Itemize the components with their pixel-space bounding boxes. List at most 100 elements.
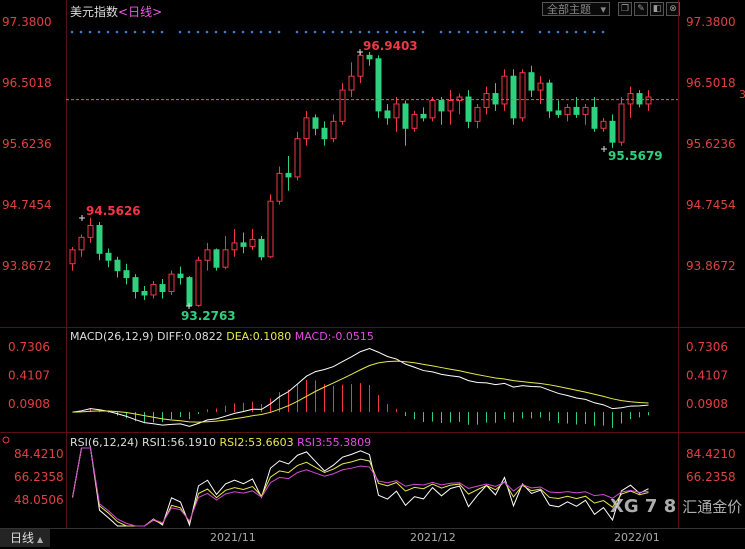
candle-body xyxy=(537,82,544,91)
rsi1-value: RSI1:56.1910 xyxy=(141,436,217,449)
candle-body xyxy=(168,273,175,293)
rsi-name: RSI(6,12,24) xyxy=(70,436,139,449)
price-tick-label: 94.7454 xyxy=(2,198,52,212)
month-label: 2022/01 xyxy=(614,531,660,544)
rsi3-line xyxy=(72,447,649,527)
signal-dot xyxy=(376,30,380,34)
macd-tick-label: 0.7306 xyxy=(686,340,728,354)
signal-dot xyxy=(547,30,551,34)
candle-body xyxy=(132,277,139,293)
candle-body xyxy=(348,75,355,91)
candle-body xyxy=(555,110,562,115)
rsi-tick-label: 84.4210 xyxy=(686,447,736,461)
signal-dot xyxy=(349,30,353,34)
macd-tick-label: 0.0908 xyxy=(8,397,50,411)
candle-body xyxy=(204,249,211,261)
candle-body xyxy=(339,89,346,122)
signal-dot xyxy=(403,30,407,34)
candle-body xyxy=(600,120,607,129)
price-edge-marker: 3 xyxy=(739,88,745,101)
signal-dot xyxy=(70,30,74,34)
signal-dot xyxy=(295,30,299,34)
high-annotation: 96.9403 xyxy=(363,39,418,53)
rsi-tick-label: 66.2358 xyxy=(14,470,64,484)
signal-dot xyxy=(304,30,308,34)
signal-dot xyxy=(565,30,569,34)
rsi1-line xyxy=(72,447,649,527)
signal-dot xyxy=(313,30,317,34)
panel-marker-icon xyxy=(2,436,10,444)
signal-dot xyxy=(340,30,344,34)
candle-body xyxy=(573,106,580,115)
signal-dot xyxy=(475,30,479,34)
candle-body xyxy=(429,99,436,119)
rsi-title: RSI(6,12,24) RSI1:56.1910 RSI2:53.6603 R… xyxy=(70,436,371,449)
candle-body xyxy=(195,259,202,306)
watermark-overlay: XG 7 8 xyxy=(610,496,677,517)
signal-dot xyxy=(97,30,101,34)
signal-dot xyxy=(556,30,560,34)
candle-body xyxy=(258,238,265,258)
candle-body xyxy=(114,259,121,272)
macd-axis-left: 0.7306 0.4107 0.0908 xyxy=(8,340,50,411)
signal-dot xyxy=(214,30,218,34)
signal-dot xyxy=(484,30,488,34)
candle-body xyxy=(105,252,112,261)
month-label: 2021/12 xyxy=(410,531,456,544)
rsi-tick-label: 66.2358 xyxy=(686,470,736,484)
local-high-annotation: 94.5626 xyxy=(86,204,141,218)
price-tick-label: 94.7454 xyxy=(686,198,736,212)
rsi-tick-label: 84.4210 xyxy=(14,447,64,461)
price-tick-label: 93.8672 xyxy=(2,259,52,273)
signal-dot xyxy=(592,30,596,34)
candle-body xyxy=(510,75,517,119)
candle-body xyxy=(384,110,391,119)
candle-body xyxy=(465,96,472,122)
candle-body xyxy=(618,103,625,143)
signal-dot xyxy=(151,30,155,34)
candle-body xyxy=(78,236,85,251)
signal-dot xyxy=(133,30,137,34)
candles xyxy=(69,51,652,308)
macd-diff-value: DIFF:0.0822 xyxy=(157,330,223,343)
signal-dot xyxy=(412,30,416,34)
signal-dot xyxy=(124,30,128,34)
candle-body xyxy=(627,93,634,105)
period-tab[interactable]: 日线 ▲ xyxy=(0,529,50,547)
candle-body xyxy=(213,249,220,268)
price-tick-label: 95.6236 xyxy=(2,137,52,151)
candle-body xyxy=(636,93,643,105)
candle-body xyxy=(447,99,454,112)
signal-dot xyxy=(520,30,524,34)
rsi2-line xyxy=(72,447,649,527)
candle-body xyxy=(366,54,373,60)
price-axis-right: 97.3800 96.5018 95.6236 94.7454 93.8672 xyxy=(686,15,736,273)
signal-dot xyxy=(574,30,578,34)
macd-macd-value: MACD:-0.0515 xyxy=(294,330,374,343)
candle-body xyxy=(240,242,247,247)
candle-body xyxy=(375,58,382,112)
signal-dot xyxy=(466,30,470,34)
price-tick-label: 95.6236 xyxy=(686,137,736,151)
period-tab-label: 日线 xyxy=(10,531,35,545)
macd-title: MACD(26,12,9) DIFF:0.0822 DEA:0.1080 MAC… xyxy=(70,330,374,343)
candle-body xyxy=(609,120,616,143)
candle-body xyxy=(411,113,418,129)
candle-body xyxy=(231,242,238,251)
signal-dot xyxy=(223,30,227,34)
macd-tick-label: 0.4107 xyxy=(686,369,728,383)
signal-dot xyxy=(538,30,542,34)
rsi2-value: RSI2:53.6603 xyxy=(219,436,294,449)
candle-body xyxy=(303,117,310,140)
signal-dot xyxy=(106,30,110,34)
signal-dot xyxy=(115,30,119,34)
candle-body xyxy=(645,96,652,105)
candle-body xyxy=(159,284,166,293)
signal-dot xyxy=(205,30,209,34)
watermark-text: 汇通金价 xyxy=(682,498,743,516)
signal-dot xyxy=(511,30,515,34)
signal-dot xyxy=(439,30,443,34)
low-annotation: 93.2763 xyxy=(181,309,236,323)
candle-body xyxy=(528,72,535,91)
candle-body xyxy=(87,225,94,238)
